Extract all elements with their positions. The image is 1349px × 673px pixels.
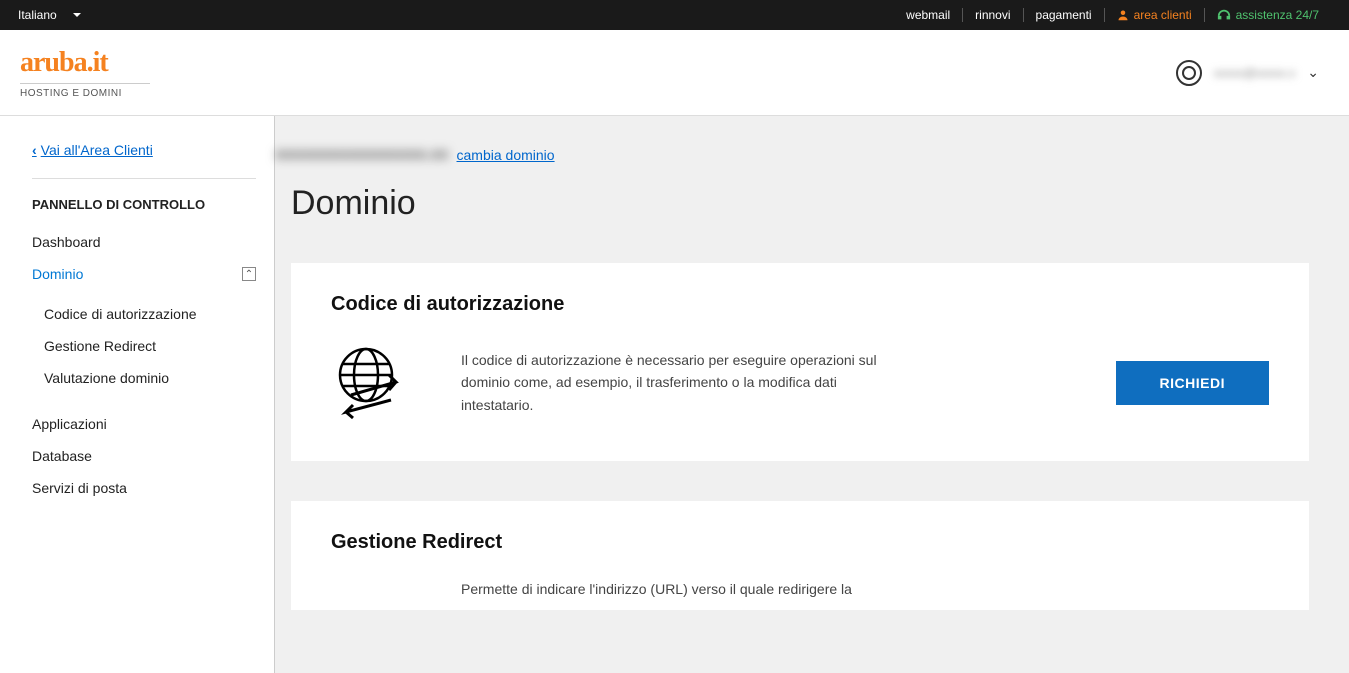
sidebar-item-database[interactable]: Database: [32, 440, 256, 472]
back-link[interactable]: ‹ Vai all'Area Clienti: [32, 142, 153, 158]
language-selector[interactable]: Italiano: [18, 8, 81, 22]
sidebar-sub-valutazione[interactable]: Valutazione dominio: [32, 362, 256, 394]
main-content: xxxxxxxxxxxxxxxxx.xx cambia dominio Domi…: [275, 116, 1349, 673]
card-body: Il codice di autorizzazione è necessario…: [331, 340, 1269, 425]
headset-icon: [1217, 8, 1231, 22]
richiedi-button[interactable]: RICHIEDI: [1116, 361, 1269, 405]
avatar-icon: [1176, 60, 1202, 86]
card-description: Permette di indicare l'indirizzo (URL) v…: [461, 578, 881, 600]
top-links: webmail rinnovi pagamenti area clienti a…: [894, 8, 1331, 22]
sidebar-item-dominio[interactable]: Dominio ⌃: [32, 258, 256, 290]
sidebar-sub-redirect[interactable]: Gestione Redirect: [32, 330, 256, 362]
logo[interactable]: aruba.it HOSTING E DOMINI: [20, 47, 150, 99]
caret-down-icon: [73, 13, 81, 17]
chevron-left-icon: ‹: [32, 142, 37, 158]
card-title: Gestione Redirect: [331, 531, 1269, 554]
sidebar-item-posta[interactable]: Servizi di posta: [32, 472, 256, 504]
card-gestione-redirect: Gestione Redirect Permette di indicare l…: [291, 501, 1309, 610]
sidebar-sub-codice[interactable]: Codice di autorizzazione: [32, 298, 256, 330]
card-codice-autorizzazione: Codice di autorizzazione Il codice di au…: [291, 263, 1309, 461]
domain-line: xxxxxxxxxxxxxxxxx.xx cambia dominio: [275, 146, 1309, 164]
sidebar-item-applicazioni[interactable]: Applicazioni: [32, 408, 256, 440]
top-bar: Italiano webmail rinnovi pagamenti area …: [0, 0, 1349, 30]
card-description: Il codice di autorizzazione è necessario…: [461, 349, 881, 416]
divider: [32, 178, 256, 179]
collapse-icon[interactable]: ⌃: [242, 267, 256, 281]
person-icon: [1117, 9, 1129, 21]
card-title: Codice di autorizzazione: [331, 293, 1269, 316]
user-menu[interactable]: xxxxx@xxxxx.x ⌄: [1176, 60, 1319, 86]
container: ‹ Vai all'Area Clienti PANNELLO DI CONTR…: [0, 116, 1349, 673]
link-webmail[interactable]: webmail: [894, 8, 963, 22]
card-body: Permette di indicare l'indirizzo (URL) v…: [331, 578, 1269, 600]
sidebar-title: PANNELLO DI CONTROLLO: [32, 197, 256, 212]
link-assistenza[interactable]: assistenza 24/7: [1205, 8, 1331, 22]
sidebar: ‹ Vai all'Area Clienti PANNELLO DI CONTR…: [0, 116, 275, 673]
current-domain: xxxxxxxxxxxxxxxxx.xx: [275, 146, 449, 164]
change-domain-link[interactable]: cambia dominio: [457, 147, 555, 163]
page-title: Dominio: [291, 184, 1309, 223]
sidebar-item-dashboard[interactable]: Dashboard: [32, 226, 256, 258]
logo-text: aruba.it: [20, 47, 150, 79]
link-area-clienti[interactable]: area clienti: [1105, 8, 1205, 22]
header: aruba.it HOSTING E DOMINI xxxxx@xxxxx.x …: [0, 30, 1349, 116]
user-email: xxxxx@xxxxx.x: [1214, 66, 1296, 80]
dominio-subgroup: Codice di autorizzazione Gestione Redire…: [32, 298, 256, 394]
globe-transfer-icon: [331, 340, 411, 425]
chevron-down-icon: ⌄: [1307, 64, 1319, 81]
language-label: Italiano: [18, 8, 57, 22]
link-pagamenti[interactable]: pagamenti: [1024, 8, 1105, 22]
link-rinnovi[interactable]: rinnovi: [963, 8, 1023, 22]
logo-tagline: HOSTING E DOMINI: [20, 83, 150, 99]
